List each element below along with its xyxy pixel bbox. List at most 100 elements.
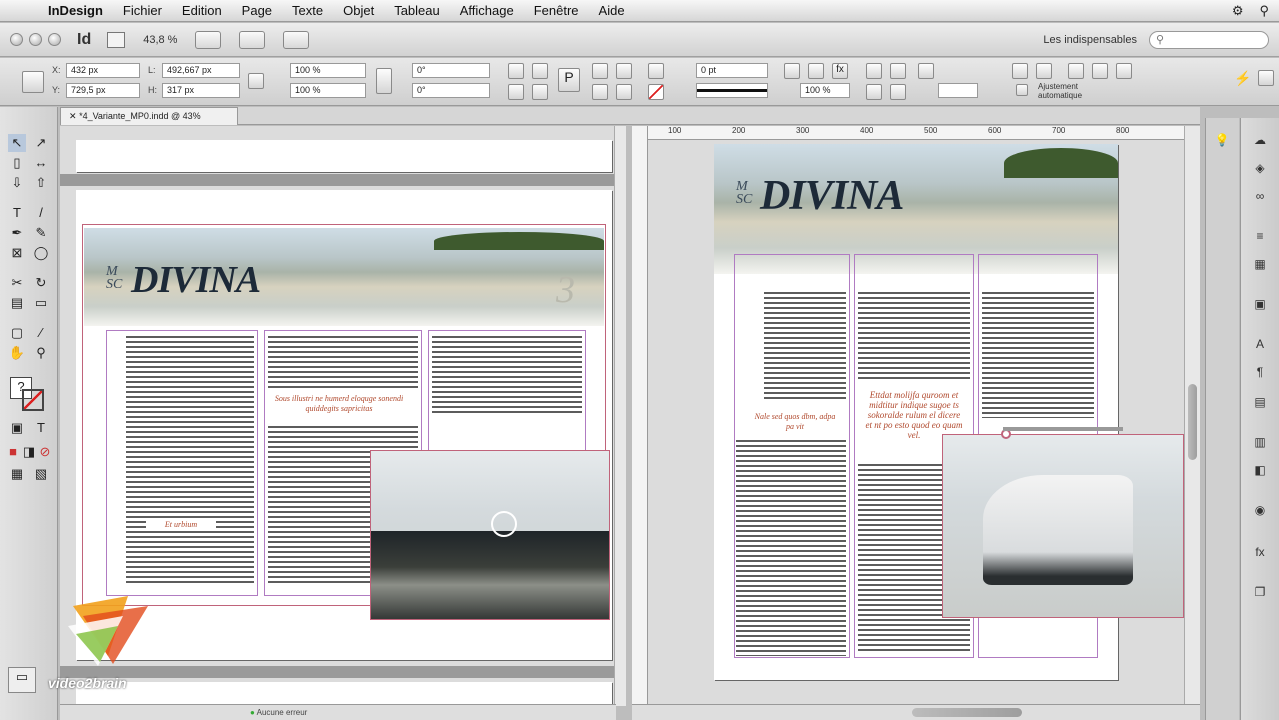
direct-selection-tool-icon[interactable]: ↗	[32, 134, 50, 152]
lightbulb-icon[interactable]: 💡	[1213, 132, 1231, 148]
zoom-level-dropdown[interactable]: 43,8 %	[143, 34, 177, 46]
vertical-ruler[interactable]	[632, 126, 648, 706]
scale-y-field[interactable]: 100 %	[290, 83, 366, 98]
gradient-swatch-tool-icon[interactable]: ▤	[8, 294, 26, 312]
menu-texte[interactable]: Texte	[282, 3, 333, 18]
view-options-button[interactable]	[195, 30, 222, 49]
line-tool-icon[interactable]: /	[32, 204, 50, 222]
text-wrap-none-icon[interactable]	[866, 63, 882, 79]
y-position-field[interactable]: 729,5 px	[66, 83, 140, 98]
flip-horizontal-icon[interactable]	[508, 84, 524, 100]
object-styles-icon[interactable]: ▣	[1251, 296, 1269, 312]
horizontal-ruler[interactable]: 100 200 300 400 500 600 700 800	[648, 126, 1184, 140]
free-transform-tool-icon[interactable]: ↻	[32, 274, 50, 292]
rotate-ccw-icon[interactable]	[532, 63, 548, 79]
effects-icon[interactable]: ◉	[1251, 502, 1269, 518]
workspace-switcher[interactable]: Les indispensables	[1043, 34, 1137, 46]
type-tool-icon[interactable]: T	[8, 204, 26, 222]
scissors-tool-icon[interactable]: ✂	[8, 274, 26, 292]
right-scroll-thumb[interactable]	[1188, 384, 1197, 460]
apply-none-icon[interactable]: ⊘	[36, 443, 54, 461]
bridge-icon[interactable]	[107, 31, 126, 48]
stroke-color-icon[interactable]	[22, 389, 44, 411]
corner-size-field[interactable]	[938, 83, 978, 98]
fit-content-frame-icon[interactable]	[1012, 63, 1028, 79]
horizontal-scroll-thumb[interactable]	[912, 708, 1022, 717]
fx-panel-icon[interactable]: fx	[1251, 544, 1269, 560]
note-tool-icon[interactable]: ▢	[8, 324, 26, 342]
constrain-proportions-icon[interactable]	[248, 73, 264, 89]
fit-frame-content-icon[interactable]	[1036, 63, 1052, 79]
text-wrap-shape-icon[interactable]	[866, 84, 882, 100]
menu-edition[interactable]: Edition	[172, 3, 232, 18]
ship-image-frame-zoomed[interactable]	[942, 427, 1184, 618]
zoom-tool-icon[interactable]: ⚲	[32, 344, 50, 362]
zoom-window-button[interactable]	[48, 33, 61, 46]
layers-icon[interactable]: ◈	[1251, 160, 1269, 176]
menu-fichier[interactable]: Fichier	[113, 3, 172, 18]
gap-tool-icon[interactable]: ↔	[32, 154, 50, 172]
control-panel-menu-icon[interactable]	[1258, 70, 1274, 86]
menu-app[interactable]: InDesign	[38, 3, 113, 18]
close-tab-icon[interactable]: ✕	[69, 111, 77, 121]
links-icon[interactable]: ∞	[1251, 188, 1269, 204]
ellipse-tool-icon[interactable]: ◯	[32, 244, 50, 262]
stroke-swatch-icon[interactable]	[648, 84, 664, 100]
eyedropper-tool-icon[interactable]: ⁄	[32, 324, 50, 342]
pathfinder-icon[interactable]: ◧	[1251, 462, 1269, 478]
preflight-status[interactable]: Aucune erreur	[257, 708, 308, 717]
fx-effects-icon[interactable]	[784, 63, 800, 79]
stroke-type-dropdown[interactable]	[696, 83, 768, 98]
drop-shadow-icon[interactable]	[808, 63, 824, 79]
paragraph-icon[interactable]: P	[558, 68, 580, 92]
normal-mode-icon[interactable]: ▦	[8, 465, 26, 483]
hand-tool-icon[interactable]: ✋	[8, 344, 26, 362]
rotation-field[interactable]: 0°	[412, 63, 490, 78]
quick-apply-icon[interactable]: ⚡	[1234, 70, 1251, 86]
x-position-field[interactable]: 432 px	[66, 63, 140, 78]
fit-proportional-icon[interactable]	[1092, 63, 1108, 79]
select-next-icon[interactable]	[616, 84, 632, 100]
text-wrap-box-icon[interactable]	[890, 63, 906, 79]
select-previous-icon[interactable]	[592, 84, 608, 100]
shear-field[interactable]: 0°	[412, 83, 490, 98]
menu-page[interactable]: Page	[232, 3, 282, 18]
align-icon[interactable]: ▥	[1251, 434, 1269, 450]
character-icon[interactable]: A	[1251, 336, 1269, 352]
page-3[interactable]: M SC DIVINA 3 Sous illustri ne humerd elo…	[76, 190, 612, 660]
menu-affichage[interactable]: Affichage	[450, 3, 524, 18]
height-field[interactable]: 317 px	[162, 83, 240, 98]
content-collector-icon[interactable]: ⇩	[8, 174, 26, 192]
help-search-input[interactable]: ⚲	[1149, 30, 1269, 49]
ship-image-frame[interactable]	[370, 450, 610, 620]
screen-mode-button[interactable]	[239, 30, 266, 49]
gradient-feather-tool-icon[interactable]: ▭	[32, 294, 50, 312]
pages-folder-icon[interactable]: ▭	[8, 667, 36, 693]
page-tool-icon[interactable]: ▯	[8, 154, 26, 172]
preview-mode-icon[interactable]: ▧	[32, 465, 50, 483]
swatches-icon[interactable]: ▦	[1251, 256, 1269, 272]
content-placer-icon[interactable]: ⇧	[32, 174, 50, 192]
menu-tableau[interactable]: Tableau	[384, 3, 450, 18]
status-shield-icon[interactable]: ⚙	[1232, 3, 1244, 19]
spotlight-search-icon[interactable]: ⚲	[1259, 3, 1269, 19]
formatting-container-icon[interactable]: ▣	[8, 419, 26, 437]
minimize-window-button[interactable]	[29, 33, 42, 46]
pages-panel-icon[interactable]: ❐	[1251, 584, 1269, 600]
fill-frame-icon[interactable]	[1068, 63, 1084, 79]
width-field[interactable]: 492,667 px	[162, 63, 240, 78]
close-window-button[interactable]	[10, 33, 23, 46]
center-content-icon[interactable]	[1116, 63, 1132, 79]
text-wrap-icon[interactable]: ▤	[1251, 394, 1269, 410]
paragraph-styles-icon[interactable]: ¶	[1251, 364, 1269, 380]
cc-libraries-icon[interactable]: ☁	[1251, 132, 1269, 148]
reference-point-icon[interactable]	[22, 71, 44, 93]
text-wrap-jump-icon[interactable]	[890, 84, 906, 100]
formatting-text-icon[interactable]: T	[32, 419, 50, 437]
opacity-field[interactable]: 100 %	[800, 83, 850, 98]
selection-tool-icon[interactable]: ↖	[8, 134, 26, 152]
pen-tool-icon[interactable]: ✒	[8, 224, 26, 242]
scale-x-field[interactable]: 100 %	[290, 63, 366, 78]
auto-fit-checkbox[interactable]	[1016, 84, 1028, 96]
right-vertical-scrollbar[interactable]	[1184, 126, 1200, 706]
